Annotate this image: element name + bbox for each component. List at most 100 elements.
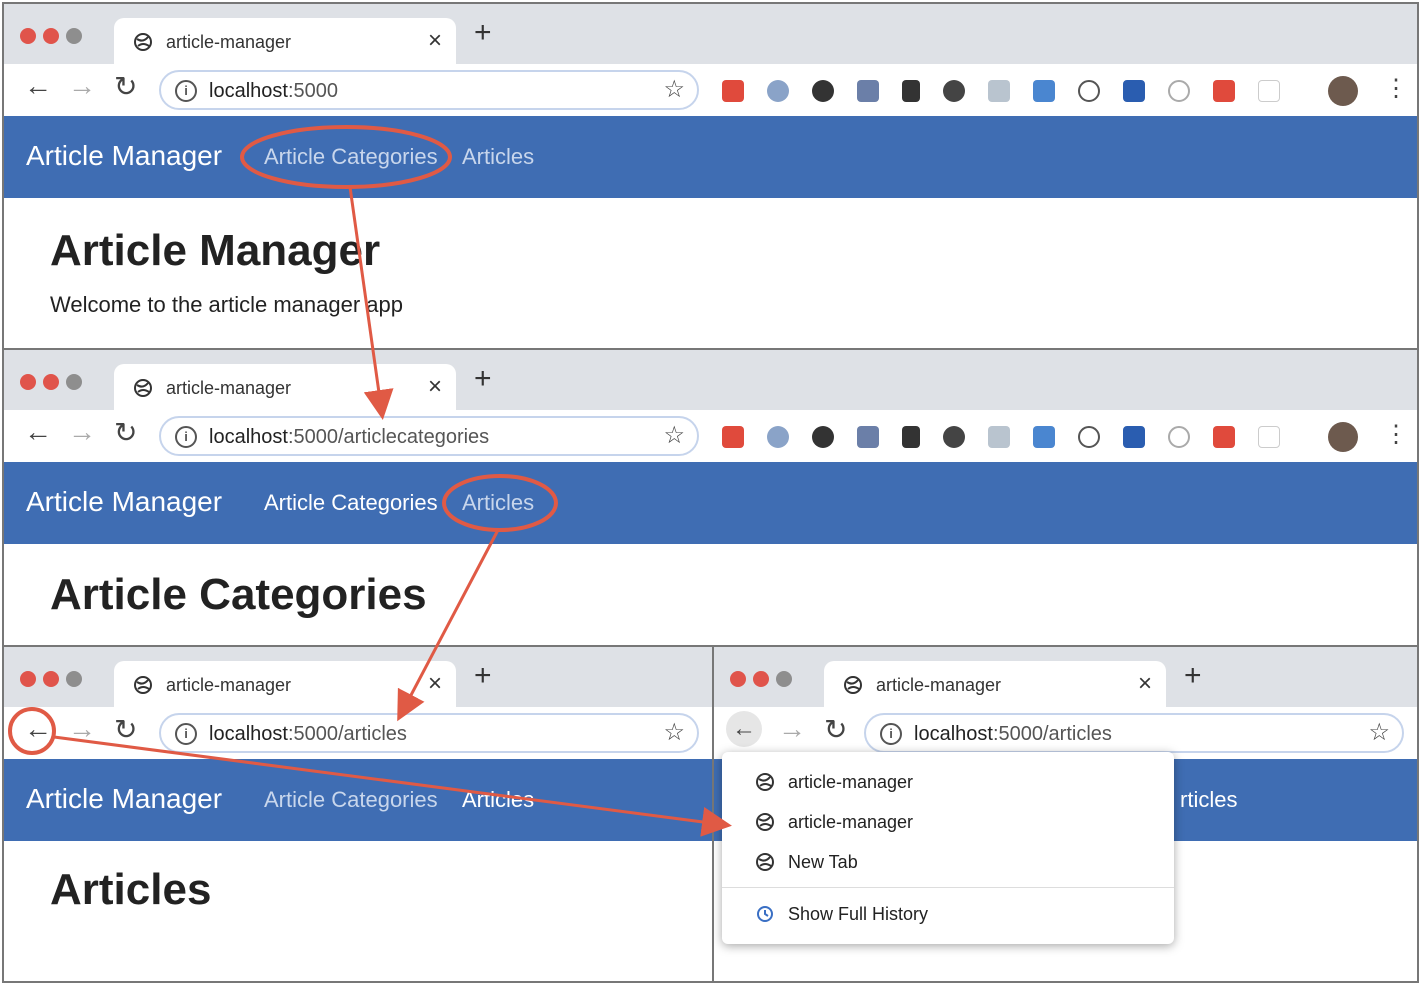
forward-button[interactable]: → xyxy=(68,70,96,102)
history-item[interactable]: New Tab xyxy=(756,852,858,873)
extension-icon[interactable] xyxy=(857,426,879,448)
tab-title: article-manager xyxy=(166,675,292,695)
close-tab-icon[interactable]: × xyxy=(428,373,442,401)
browser-tab[interactable]: article-manager × xyxy=(114,18,456,66)
close-tab-icon[interactable]: × xyxy=(1138,670,1152,698)
close-window-button[interactable] xyxy=(20,28,36,44)
nav-link-articles[interactable]: Articles xyxy=(462,144,534,170)
profile-avatar[interactable] xyxy=(1328,76,1358,106)
info-icon[interactable]: i xyxy=(175,426,197,448)
history-item[interactable]: article-manager xyxy=(756,812,913,833)
back-button[interactable]: ← xyxy=(24,713,52,745)
address-bar[interactable]: i localhost:5000/articlecategories ☆ xyxy=(159,416,699,456)
extension-icon[interactable] xyxy=(722,80,744,102)
extension-icon[interactable] xyxy=(1078,80,1100,102)
bookmark-star-icon[interactable]: ☆ xyxy=(663,718,685,747)
close-tab-icon[interactable]: × xyxy=(428,670,442,698)
extension-icon[interactable] xyxy=(812,426,834,448)
bookmark-star-icon[interactable]: ☆ xyxy=(663,75,685,104)
nav-link-articles[interactable]: Articles xyxy=(462,490,534,516)
show-full-history-item[interactable]: Show Full History xyxy=(756,904,928,925)
show-full-history-label: Show Full History xyxy=(788,904,929,924)
maximize-window-button[interactable] xyxy=(776,671,792,687)
extension-icon[interactable] xyxy=(1033,80,1055,102)
maximize-window-button[interactable] xyxy=(66,671,82,687)
close-window-button[interactable] xyxy=(20,374,36,390)
browser-tab[interactable]: article-manager × xyxy=(114,661,456,709)
toolbar: ← → ↻ i localhost:5000/articles ☆ xyxy=(4,707,712,759)
minimize-window-button[interactable] xyxy=(43,671,59,687)
maximize-window-button[interactable] xyxy=(66,374,82,390)
nav-link-article-categories[interactable]: Article Categories xyxy=(264,787,438,813)
extension-icon[interactable] xyxy=(902,80,920,102)
history-item-label: New Tab xyxy=(788,852,858,872)
nav-link-articles[interactable]: Articles xyxy=(462,787,534,813)
extension-icon[interactable] xyxy=(722,426,744,448)
navbar-brand[interactable]: Article Manager xyxy=(26,140,222,172)
forward-button[interactable]: → xyxy=(68,416,96,448)
extension-icon[interactable] xyxy=(1213,80,1235,102)
forward-button[interactable]: → xyxy=(778,713,806,745)
back-button[interactable]: ← xyxy=(726,711,762,747)
tab-bar: article-manager × + xyxy=(714,647,1417,709)
page-heading: Articles xyxy=(50,865,212,914)
bookmark-star-icon[interactable]: ☆ xyxy=(1368,718,1390,747)
extensions-bar xyxy=(722,426,1303,448)
info-icon[interactable]: i xyxy=(880,723,902,745)
extension-icon[interactable] xyxy=(943,80,965,102)
nav-link-article-categories[interactable]: Article Categories xyxy=(264,490,438,516)
new-tab-button[interactable]: + xyxy=(1184,659,1202,693)
extension-icon[interactable] xyxy=(1123,426,1145,448)
maximize-window-button[interactable] xyxy=(66,28,82,44)
nav-link-articles[interactable]: rticles xyxy=(1180,787,1237,813)
new-tab-button[interactable]: + xyxy=(474,362,492,396)
close-window-button[interactable] xyxy=(730,671,746,687)
close-tab-icon[interactable]: × xyxy=(428,27,442,55)
minimize-window-button[interactable] xyxy=(753,671,769,687)
nav-link-article-categories[interactable]: Article Categories xyxy=(264,144,438,170)
address-bar[interactable]: i localhost:5000/articles ☆ xyxy=(864,713,1404,753)
extension-icon[interactable] xyxy=(988,426,1010,448)
reload-button[interactable]: ↻ xyxy=(114,70,137,103)
extension-icon[interactable] xyxy=(767,426,789,448)
extension-icon[interactable] xyxy=(1033,426,1055,448)
back-button[interactable]: ← xyxy=(24,70,52,102)
extension-icon[interactable] xyxy=(943,426,965,448)
reload-button[interactable]: ↻ xyxy=(114,713,137,746)
profile-avatar[interactable] xyxy=(1328,422,1358,452)
history-item[interactable]: article-manager xyxy=(756,772,913,793)
reload-button[interactable]: ↻ xyxy=(824,713,847,746)
extension-icon[interactable] xyxy=(1123,80,1145,102)
more-menu-icon[interactable]: ⋮ xyxy=(1384,74,1408,103)
new-tab-button[interactable]: + xyxy=(474,659,492,693)
extension-icon[interactable] xyxy=(1168,426,1190,448)
minimize-window-button[interactable] xyxy=(43,28,59,44)
extension-icon[interactable] xyxy=(767,80,789,102)
extension-icon[interactable] xyxy=(1078,426,1100,448)
extension-icon[interactable] xyxy=(812,80,834,102)
minimize-window-button[interactable] xyxy=(43,374,59,390)
back-button[interactable]: ← xyxy=(24,416,52,448)
code-icon[interactable] xyxy=(1258,426,1280,448)
bookmark-star-icon[interactable]: ☆ xyxy=(663,421,685,450)
forward-button[interactable]: → xyxy=(68,713,96,745)
code-icon[interactable] xyxy=(1258,80,1280,102)
info-icon[interactable]: i xyxy=(175,723,197,745)
address-bar[interactable]: i localhost:5000/articles ☆ xyxy=(159,713,699,753)
more-menu-icon[interactable]: ⋮ xyxy=(1384,420,1408,449)
address-bar[interactable]: i localhost:5000 ☆ xyxy=(159,70,699,110)
browser-tab[interactable]: article-manager × xyxy=(824,661,1166,709)
reload-button[interactable]: ↻ xyxy=(114,416,137,449)
extension-icon[interactable] xyxy=(902,426,920,448)
tab-bar: article-manager × + xyxy=(4,350,1417,412)
navbar-brand[interactable]: Article Manager xyxy=(26,783,222,815)
close-window-button[interactable] xyxy=(20,671,36,687)
extension-icon[interactable] xyxy=(1168,80,1190,102)
new-tab-button[interactable]: + xyxy=(474,16,492,50)
extension-icon[interactable] xyxy=(1213,426,1235,448)
navbar-brand[interactable]: Article Manager xyxy=(26,486,222,518)
info-icon[interactable]: i xyxy=(175,80,197,102)
extension-icon[interactable] xyxy=(857,80,879,102)
extension-icon[interactable] xyxy=(988,80,1010,102)
browser-tab[interactable]: article-manager × xyxy=(114,364,456,412)
